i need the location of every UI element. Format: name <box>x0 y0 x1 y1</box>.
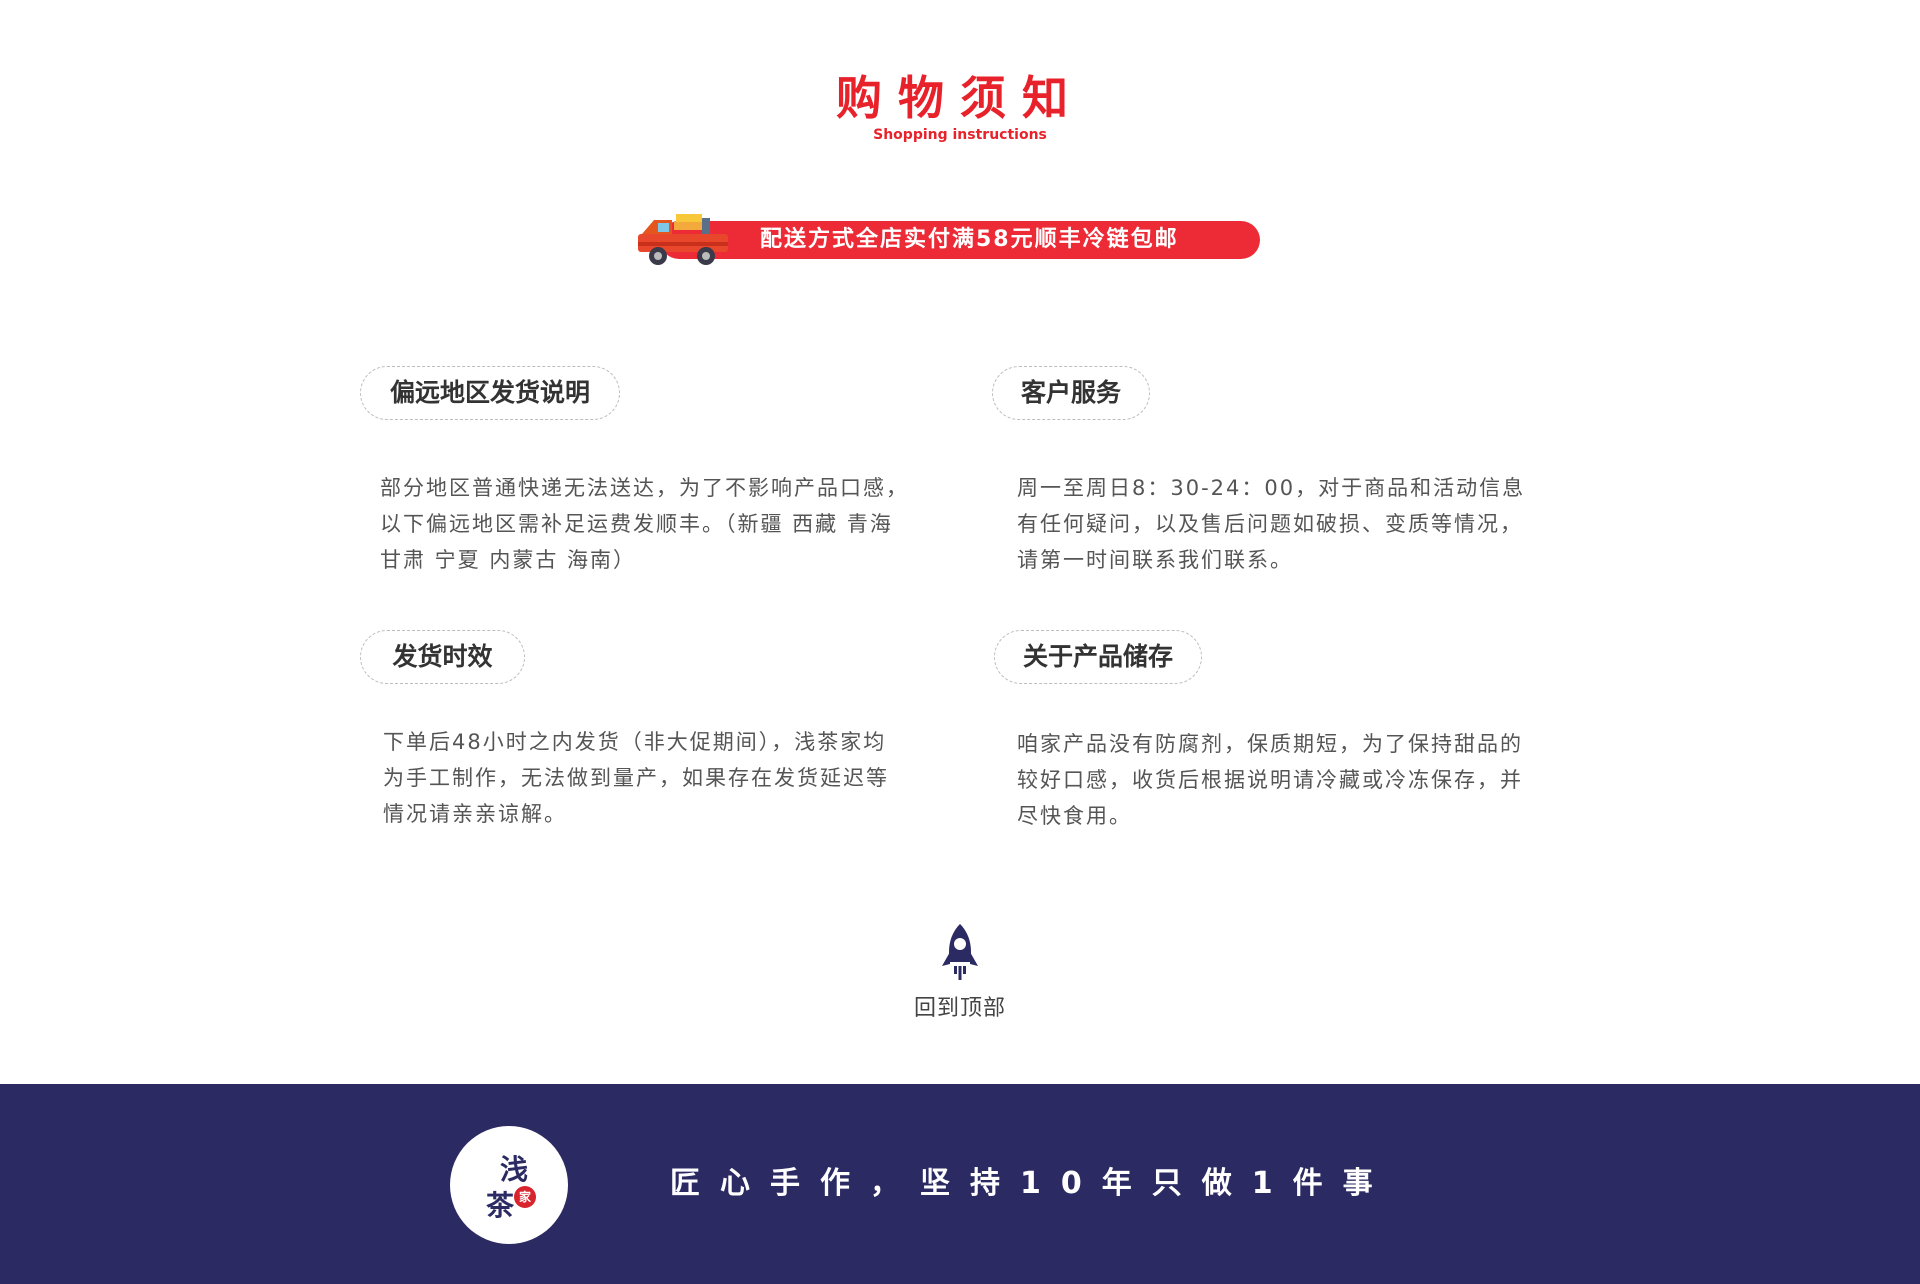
text-line: 以下偏远地区需补足运费发顺丰。（新疆 西藏 青海 <box>380 512 893 536</box>
text-line: 有任何疑问，以及售后问题如破损、变质等情况， <box>1017 512 1523 536</box>
back-to-top-link[interactable]: 回到顶部 <box>860 990 1060 1022</box>
text-line: 为手工制作，无法做到量产，如果存在发货延迟等 <box>383 766 889 790</box>
text-line: 咱家产品没有防腐剂，保质期短，为了保持甜品的 <box>1017 732 1523 756</box>
section-text-storage: 咱家产品没有防腐剂，保质期短，为了保持甜品的 较好口感，收货后根据说明请冷藏或冷… <box>1017 726 1577 834</box>
logo-char: 浅 <box>500 1153 529 1186</box>
section-text-remote: 部分地区普通快递无法送达，为了不影响产品口感， 以下偏远地区需补足运费发顺丰。（… <box>380 470 940 578</box>
section-text-service: 周一至周日8：30-24：00，对于商品和活动信息 有任何疑问，以及售后问题如破… <box>1017 470 1577 578</box>
section-title-shipping-time: 发货时效 <box>360 630 525 684</box>
text-line: 甘肃 宁夏 内蒙古 海南） <box>380 548 637 572</box>
section-title-remote: 偏远地区发货说明 <box>360 366 620 420</box>
shipping-banner-text: 配送方式全店实付满58元顺丰冷链包邮 <box>760 227 1179 252</box>
section-title-storage: 关于产品储存 <box>994 630 1202 684</box>
rocket-icon[interactable] <box>940 922 980 982</box>
truck-icon <box>638 214 728 265</box>
section-title-service: 客户服务 <box>992 366 1150 420</box>
footer: 浅 茶 家 匠心手作，坚持10年只做1件事 <box>0 1084 1920 1284</box>
logo-char: 茶 <box>486 1189 515 1222</box>
text-line: 下单后48小时之内发货（非大促期间），浅茶家均 <box>383 730 887 754</box>
footer-slogan: 匠心手作，坚持10年只做1件事 <box>670 1166 1393 1201</box>
text-line: 周一至周日8：30-24：00，对于商品和活动信息 <box>1017 476 1526 500</box>
text-line: 部分地区普通快递无法送达，为了不影响产品口感， <box>380 476 909 500</box>
text-line: 请第一时间联系我们联系。 <box>1017 548 1293 572</box>
text-line: 情况请亲亲谅解。 <box>383 802 567 826</box>
page-title: 购物须知 <box>836 71 1084 125</box>
shipping-banner: 配送方式全店实付满58元顺丰冷链包邮 <box>660 221 1260 259</box>
page-subtitle: Shopping instructions <box>873 127 1047 143</box>
text-line: 尽快食用。 <box>1017 804 1132 828</box>
logo-badge: 家 <box>514 1186 536 1208</box>
brand-logo: 浅 茶 家 <box>450 1126 568 1244</box>
text-line: 较好口感，收货后根据说明请冷藏或冷冻保存，并 <box>1017 768 1523 792</box>
section-text-shipping-time: 下单后48小时之内发货（非大促期间），浅茶家均 为手工制作，无法做到量产，如果存… <box>383 724 943 832</box>
